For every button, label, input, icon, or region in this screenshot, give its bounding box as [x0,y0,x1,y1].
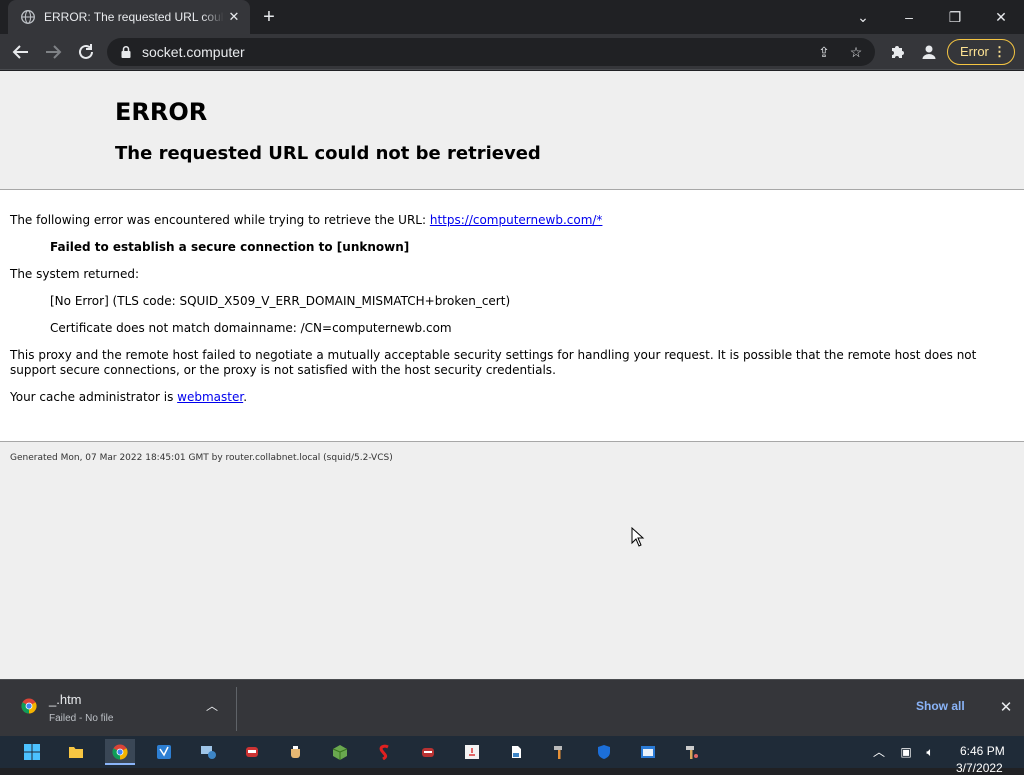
red-s-icon [379,744,389,760]
taskbar-app-5[interactable] [237,739,267,765]
taskbar-app-6[interactable] [281,739,311,765]
share-icon[interactable]: ⇪ [814,42,834,62]
windows-logo-icon [24,744,40,760]
tray-chevron-up-icon[interactable]: ︿ [870,744,888,760]
page-footer: Generated Mon, 07 Mar 2022 18:45:01 GMT … [0,442,1024,679]
hammer-icon [554,746,562,759]
extensions-puzzle-icon[interactable] [884,39,910,65]
profile-avatar-icon[interactable] [916,39,942,65]
shelf-divider [236,687,237,731]
taskbar-app-14[interactable] [633,739,663,765]
admin-prefix: Your cache administrator is [10,390,178,404]
error-chip-button[interactable]: Error ⋮ [947,39,1015,65]
address-bar[interactable]: socket.computer ⇪ ☆ [107,38,875,66]
red-tool-icon [422,748,434,757]
forward-button[interactable] [40,39,66,65]
mouse-cursor-icon [631,527,645,547]
reload-button[interactable] [73,39,99,65]
back-arrow-icon [12,45,28,59]
bookmark-star-icon[interactable]: ☆ [846,42,866,62]
security-shield-icon [598,745,610,759]
url-text[interactable]: socket.computer [142,44,245,60]
restore-button[interactable]: ❐ [940,4,970,30]
new-tab-button[interactable]: + [258,6,280,28]
taskbar-file-explorer[interactable] [61,739,91,765]
admin-paragraph: Your cache administrator is webmaster. [10,390,247,405]
download-item[interactable]: _.htm Failed - No file ︿ [8,686,230,730]
browser-toolbar: socket.computer ⇪ ☆ Error ⋮ [0,34,1024,70]
tools-icon [686,746,698,759]
taskbar-app-10[interactable] [457,739,487,765]
taskbar-app-8[interactable] [369,739,399,765]
start-button[interactable] [17,739,47,765]
lock-icon[interactable] [119,45,133,59]
window-app-icon [641,746,655,758]
menu-dots-icon[interactable]: ⋮ [993,40,1006,64]
admin-suffix: . [243,390,248,404]
reload-icon [79,44,93,59]
intro-text: The following error was encountered whil… [10,213,430,227]
forward-arrow-icon [46,45,62,59]
paper-icon [512,746,521,758]
requested-url-link[interactable]: https://computernewb.com/* [430,213,603,227]
error-heading: Failed to establish a secure connection … [50,240,410,254]
minimize-button[interactable]: – [894,4,924,30]
taskbar-app-13[interactable] [589,739,619,765]
close-window-button[interactable]: ✕ [986,4,1016,30]
error-header: ERROR The requested URL could not be ret… [0,71,1024,190]
explanation-paragraph: This proxy and the remote host failed to… [10,348,977,377]
error-subtitle: The requested URL could not be retrieved [115,143,541,164]
java-icon [465,745,479,759]
network-computer-icon [201,746,216,759]
taskbar-app-3[interactable] [149,739,179,765]
taskbar-app-12[interactable] [545,739,575,765]
taskbar-app-4[interactable] [193,739,223,765]
folder-icon [69,747,83,758]
cup-icon [291,746,300,758]
back-button[interactable] [8,39,34,65]
tab-close-icon[interactable]: ✕ [226,9,242,25]
system-returned-label: The system returned: [10,267,140,281]
intro-paragraph: The following error was encountered whil… [10,213,602,228]
browser-tab[interactable]: ERROR: The requested URL could not be re… [8,0,250,34]
web-page: ERROR The requested URL could not be ret… [0,71,1024,679]
chrome-icon [112,744,128,760]
footer-text: Generated Mon, 07 Mar 2022 18:45:01 GMT … [10,453,393,463]
webmaster-link[interactable]: webmaster [177,390,243,404]
download-file-name: _.htm [49,692,82,707]
taskbar-app-11[interactable] [501,739,531,765]
minecraft-block-icon [332,745,348,760]
taskbar-app-15[interactable] [677,739,707,765]
taskbar-app-9[interactable] [413,739,443,765]
clock-time[interactable]: 6:46 PM [960,744,1005,758]
clock-date[interactable]: 3/7/2022 [956,761,1003,775]
show-all-button[interactable]: Show all [916,699,965,713]
taskbar-app-7[interactable] [325,739,355,765]
windows-taskbar: ︿ ▣ 🔈︎ 6:46 PM 3/7/2022 [0,736,1024,775]
download-shelf: _.htm Failed - No file ︿ Show all ✕ [0,679,1024,736]
network-icon[interactable]: ▣ [897,744,915,760]
volume-icon[interactable]: 🔈︎ [921,744,939,760]
tab-search-chevron-icon[interactable]: ⌄ [848,4,878,30]
download-status: Failed - No file [49,713,114,724]
globe-icon [21,10,35,24]
cert-mismatch-text: Certificate does not match domainname: /… [50,321,452,335]
tab-strip: ERROR: The requested URL could not be re… [0,0,1024,34]
chrome-file-icon [21,698,37,714]
taskbar-chrome[interactable] [105,739,135,765]
close-shelf-icon[interactable]: ✕ [996,698,1016,718]
red-app-icon [246,747,258,757]
error-chip-label: Error [960,44,989,59]
tls-code-text: [No Error] (TLS code: SQUID_X509_V_ERR_D… [50,294,511,308]
chevron-up-icon[interactable]: ︿ [204,698,220,714]
shield-blue-icon [157,745,171,759]
error-title: ERROR [115,98,208,126]
tab-title: ERROR: The requested URL could not be re… [44,10,224,24]
